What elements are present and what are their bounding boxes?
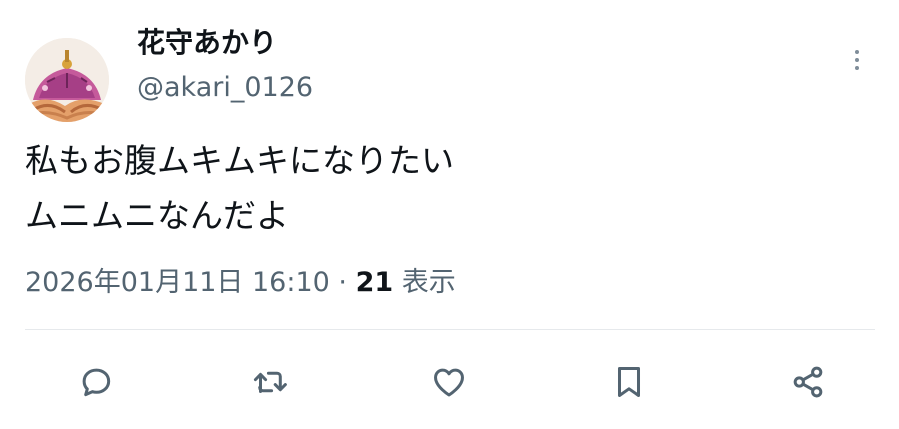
share-icon	[793, 366, 823, 398]
action-bar	[0, 356, 899, 408]
avatar-illustration-icon	[25, 38, 109, 122]
tweet-text: 私もお腹ムキムキになりたい ムニムニなんだよ	[25, 133, 875, 243]
reply-button[interactable]	[70, 356, 122, 408]
more-options-button[interactable]	[843, 40, 871, 80]
tweet-text-line: 私もお腹ムキムキになりたい	[25, 141, 454, 180]
share-button[interactable]	[782, 356, 834, 408]
divider	[25, 329, 875, 330]
more-dot-icon	[855, 58, 859, 62]
user-handle[interactable]: @akari_0126	[137, 70, 313, 106]
avatar[interactable]	[25, 38, 109, 122]
meta-separator: ·	[338, 267, 348, 298]
tweet-text-line: ムニムニなんだよ	[25, 196, 289, 235]
retweet-icon	[253, 371, 287, 394]
timestamp[interactable]: 2026年01月11日 16:10	[25, 267, 330, 298]
retweet-button[interactable]	[244, 356, 296, 408]
display-name[interactable]: 花守あかり	[137, 25, 277, 61]
tweet-detail: 花守あかり @akari_0126 私もお腹ムキムキになりたい ムニムニなんだよ…	[0, 0, 899, 429]
reply-icon	[82, 368, 111, 397]
tweet-meta: 2026年01月11日 16:10 · 21 表示	[25, 262, 456, 304]
bookmark-button[interactable]	[603, 356, 655, 408]
like-icon	[434, 368, 464, 397]
like-button[interactable]	[423, 356, 475, 408]
more-dot-icon	[855, 50, 859, 54]
views-label: 表示	[401, 267, 456, 298]
bookmark-icon	[617, 367, 641, 397]
views-count[interactable]: 21	[356, 267, 394, 298]
more-dot-icon	[855, 66, 859, 70]
